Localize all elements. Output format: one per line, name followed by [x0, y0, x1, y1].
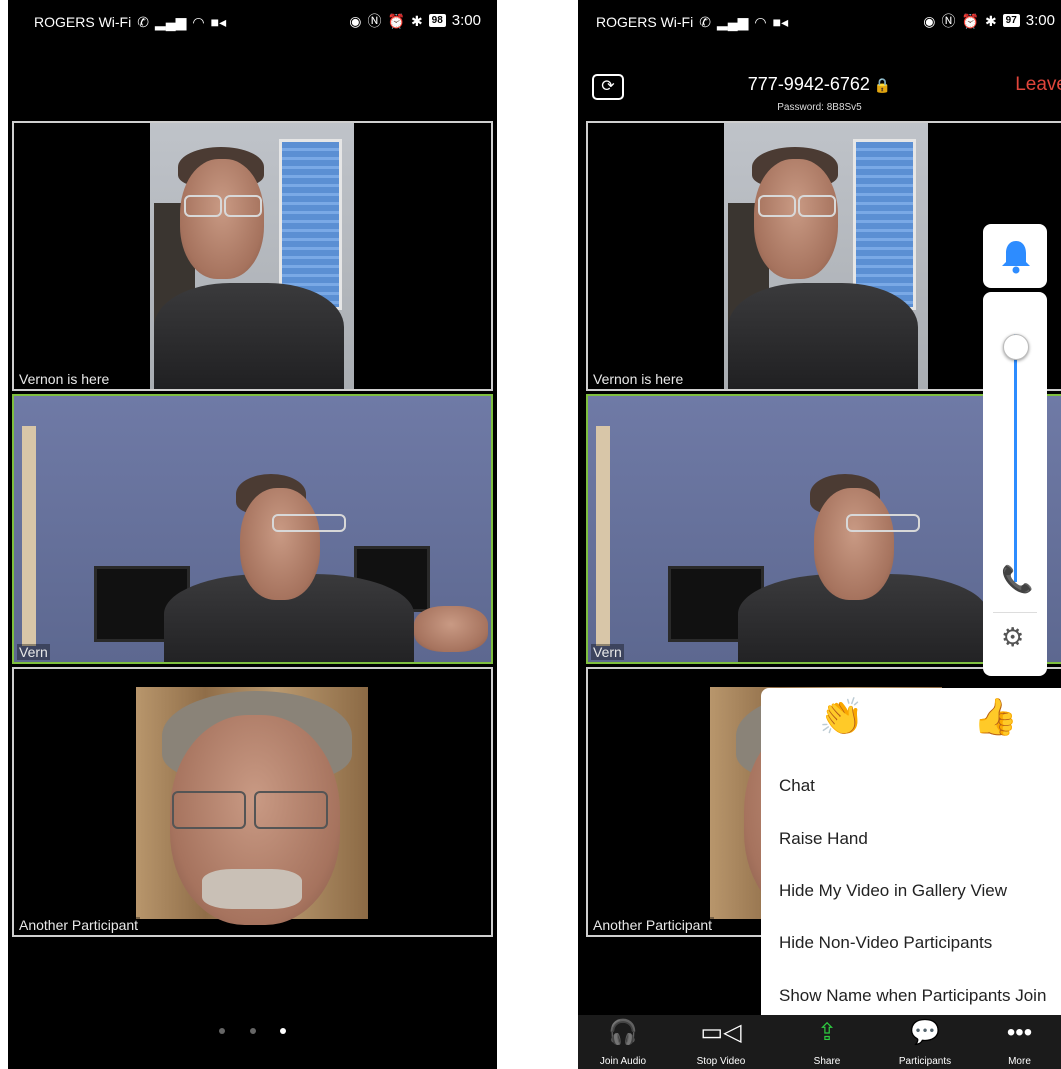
participant-name: Another Participant: [17, 917, 141, 933]
participant-name: Vern: [591, 644, 624, 660]
notification-toggle[interactable]: [983, 224, 1047, 288]
phone-call-icon[interactable]: 📞: [1001, 564, 1033, 595]
volume-slider-handle[interactable]: [1003, 333, 1029, 360]
meeting-id: 777-9942-6762: [747, 74, 870, 94]
meeting-password: Password: 8B8Sv5: [777, 102, 862, 113]
video-tile-vern[interactable]: Vern: [12, 394, 493, 664]
phone-meeting-controls: ROGERS Wi-Fi ✆ ▂▄▆ ◠ ■◂ ◉ Ⓝ ⏰ ✱ 97 3:00 …: [578, 0, 1061, 1069]
menu-item-hide-non-video[interactable]: Hide Non-Video Participants: [779, 933, 992, 953]
page-dot-current[interactable]: [279, 1028, 286, 1034]
video-feed: [724, 123, 928, 389]
divider: [993, 612, 1037, 613]
status-bar: ROGERS Wi-Fi ✆ ▂▄▆ ◠ ■◂ ◉ Ⓝ ⏰ ✱ 97 3:00: [578, 0, 1061, 44]
more-dots-icon: •••: [1006, 1019, 1033, 1046]
share-icon: ⇪: [816, 1019, 838, 1046]
participant-name: Vern: [17, 644, 50, 660]
video-icon: ■◂: [210, 14, 227, 30]
video-feed: [14, 396, 491, 662]
join-audio-label: Join Audio: [599, 1056, 647, 1067]
wifi-icon: ◠: [192, 14, 205, 30]
page-dot[interactable]: [249, 1028, 256, 1034]
chat-bubble-icon: 💬: [910, 1019, 940, 1046]
clap-reaction-icon[interactable]: 👏: [819, 696, 864, 738]
meeting-id-title[interactable]: 777-9942-6762 🔒: [578, 74, 1061, 95]
video-camera-icon: ▭◁: [700, 1019, 742, 1046]
nfc-icon: Ⓝ: [367, 12, 382, 29]
video-icon: ■◂: [772, 14, 789, 30]
page-indicator[interactable]: [8, 1021, 497, 1039]
volume-slider[interactable]: [1014, 334, 1017, 582]
wifi-icon: ◠: [754, 14, 767, 30]
clock: 3:00: [451, 12, 481, 29]
stop-video-button[interactable]: ▭◁ Stop Video: [676, 1015, 766, 1069]
menu-item-chat[interactable]: Chat: [779, 776, 815, 796]
signal-icon: ▂▄▆: [154, 14, 187, 30]
phone-gallery-view: ROGERS Wi-Fi ✆ ▂▄▆ ◠ ■◂ ◉ Ⓝ ⏰ ✱ 98 3:00: [8, 0, 497, 1069]
carrier-label: ROGERS Wi-Fi: [596, 14, 694, 30]
page-dot[interactable]: [219, 1028, 226, 1034]
volume-panel: 📞 ⚙: [983, 292, 1047, 676]
more-label: More: [1008, 1056, 1031, 1067]
battery-icon: 98: [428, 14, 446, 27]
participants-button[interactable]: 💬 Participants: [880, 1015, 970, 1069]
profile-photo: [136, 687, 368, 925]
signal-icon: ▂▄▆: [716, 14, 749, 30]
clock: 3:00: [1025, 12, 1055, 29]
battery-icon: 97: [1002, 14, 1020, 27]
more-menu: 👏 👍 Chat Raise Hand Hide My Video in Gal…: [761, 688, 1061, 1044]
wifi-call-icon: ✆: [137, 14, 149, 30]
participant-name: Another Participant: [591, 917, 715, 933]
menu-item-raise-hand[interactable]: Raise Hand: [779, 829, 868, 849]
bluetooth-icon: ✱: [984, 12, 997, 29]
join-audio-button[interactable]: 🎧 Join Audio: [578, 1015, 668, 1069]
status-bar: ROGERS Wi-Fi ✆ ▂▄▆ ◠ ■◂ ◉ Ⓝ ⏰ ✱ 98 3:00: [8, 0, 497, 44]
participant-name: Vernon is here: [591, 371, 686, 387]
video-tile-vernon[interactable]: Vernon is here: [12, 121, 493, 391]
eye-comfort-icon: ◉: [923, 12, 936, 29]
nfc-icon: Ⓝ: [941, 12, 956, 29]
menu-item-show-names[interactable]: Show Name when Participants Join: [779, 986, 1046, 1006]
share-button[interactable]: ⇪ Share: [782, 1015, 872, 1069]
wifi-call-icon: ✆: [699, 14, 711, 30]
alarm-icon: ⏰: [387, 12, 405, 29]
eye-comfort-icon: ◉: [349, 12, 362, 29]
menu-item-hide-my-video[interactable]: Hide My Video in Gallery View: [779, 881, 1007, 901]
meeting-toolbar: 🎧 Join Audio ▭◁ Stop Video ⇪ Share 💬 Par…: [578, 1015, 1061, 1069]
carrier-label: ROGERS Wi-Fi: [34, 14, 132, 30]
bell-icon: [1002, 241, 1030, 274]
stop-video-label: Stop Video: [696, 1056, 746, 1067]
video-tile-another[interactable]: Another Participant: [12, 667, 493, 937]
alarm-icon: ⏰: [961, 12, 979, 29]
gear-icon[interactable]: ⚙: [1001, 622, 1024, 653]
participant-name: Vernon is here: [17, 371, 112, 387]
bluetooth-icon: ✱: [410, 12, 423, 29]
more-button[interactable]: ••• More: [978, 1015, 1061, 1069]
headphones-icon: 🎧: [608, 1019, 638, 1046]
leave-button[interactable]: Leave: [1015, 74, 1061, 96]
video-feed: [150, 123, 354, 389]
meeting-header: ⟳ 777-9942-6762 🔒 Password: 8B8Sv5 Leave: [578, 68, 1061, 118]
share-label: Share: [813, 1056, 841, 1067]
reaction-bar: 👏 👍: [761, 696, 1061, 766]
lock-icon: 🔒: [869, 77, 892, 93]
participants-label: Participants: [898, 1056, 952, 1067]
thumbs-up-reaction-icon[interactable]: 👍: [973, 696, 1018, 738]
